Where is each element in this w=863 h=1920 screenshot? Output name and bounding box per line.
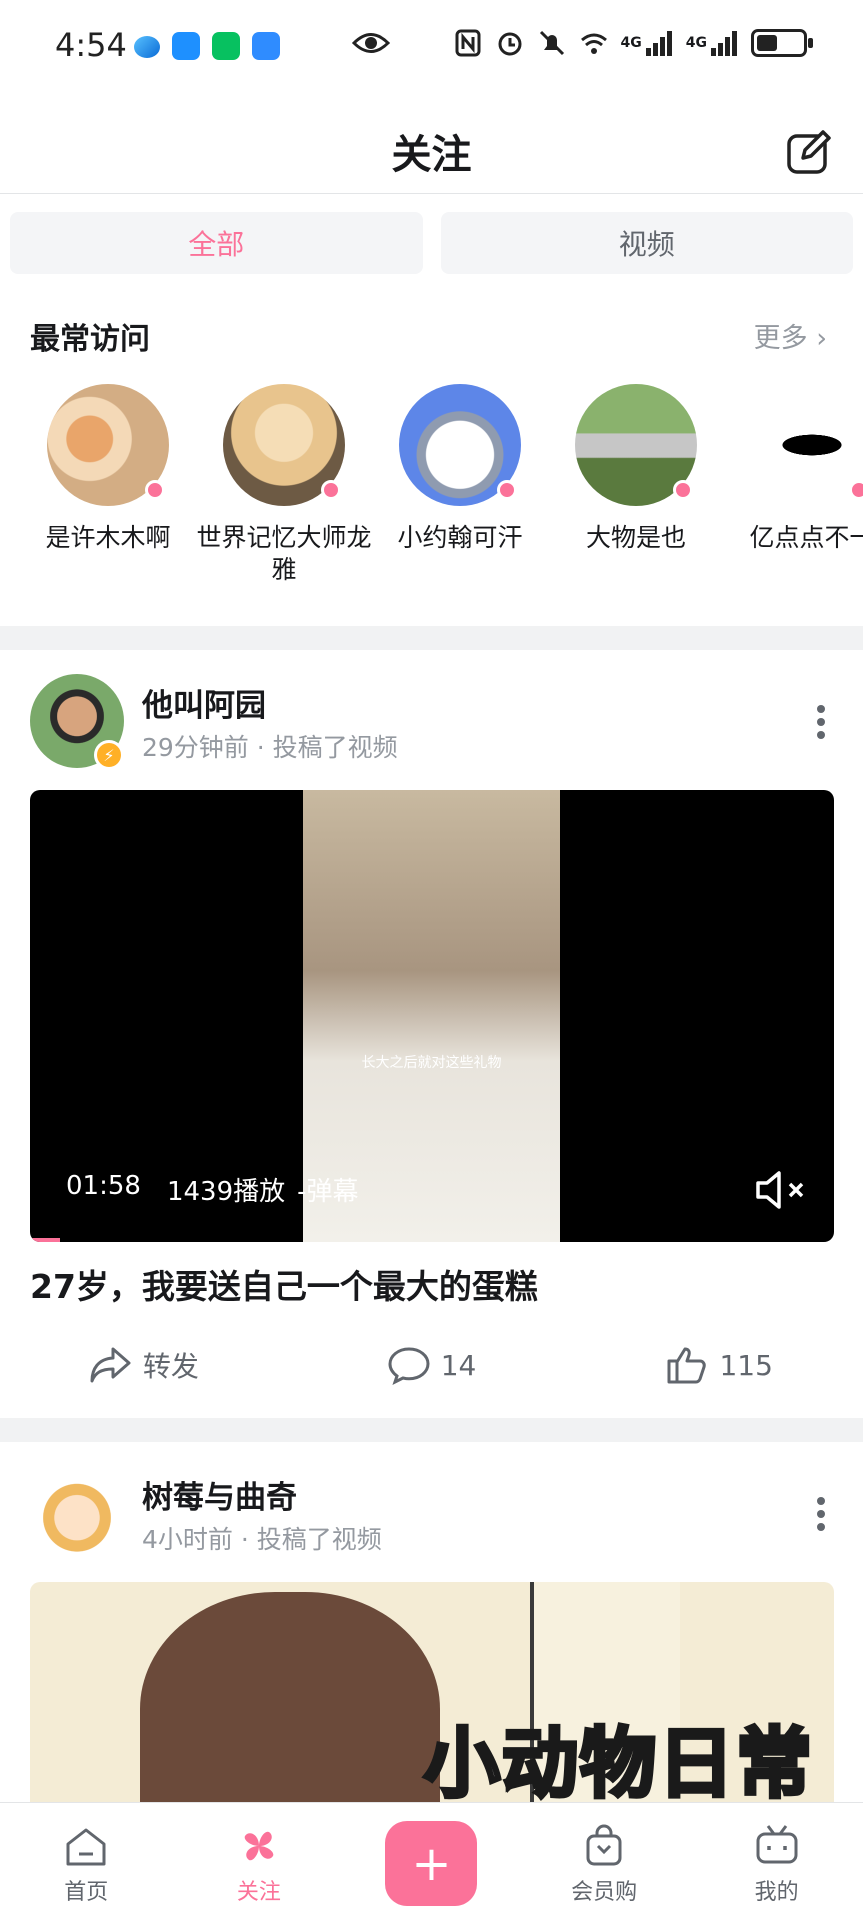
post-meta: 29分钟前 · 投稿了视频: [142, 733, 398, 762]
update-dot: [849, 480, 863, 500]
eye-icon: [352, 33, 390, 53]
update-dot: [673, 480, 693, 500]
share-button[interactable]: 转发: [0, 1340, 288, 1390]
frequent-user[interactable]: 小约翰可汗: [372, 384, 548, 586]
more-options-icon[interactable]: [815, 704, 827, 740]
page-header: 关注: [0, 92, 863, 194]
update-dot: [321, 480, 341, 500]
like-button[interactable]: 115: [575, 1340, 863, 1390]
bottom-nav: 首页 关注 + 会员购 我的: [0, 1802, 863, 1920]
frequent-visits-section: 最常访问 更多 › 是许木木啊 世界记忆大师龙雅 小约翰可汗 大物是也 亿点点不…: [0, 294, 863, 626]
alarm-icon: [498, 32, 522, 56]
status-time: 4:54: [55, 26, 127, 64]
plus-icon[interactable]: +: [385, 1821, 478, 1906]
nav-following[interactable]: 关注: [173, 1803, 346, 1920]
author-avatar[interactable]: [30, 1466, 124, 1560]
avatar[interactable]: [575, 384, 697, 506]
wifi-icon: [580, 33, 607, 54]
user-name: 是许木木啊: [45, 523, 171, 552]
video-progress: [30, 1238, 60, 1242]
avatar[interactable]: [223, 384, 345, 506]
status-right: 4G 4G: [453, 28, 813, 58]
video-stats: 01:58 1439播放 -弹幕: [66, 1171, 359, 1208]
network-label: 4G: [620, 35, 642, 51]
more-link[interactable]: 更多 ›: [754, 316, 827, 355]
feed-post[interactable]: ⚡ 他叫阿园 29分钟前 · 投稿了视频 长大之后就对这些礼物 01:58 14…: [0, 650, 863, 1418]
pinwheel-icon: [244, 1831, 274, 1861]
nfc-icon: [455, 29, 481, 57]
shopping-bag-icon: [586, 1824, 622, 1866]
danmaku-count: -弹幕: [297, 1177, 359, 1207]
signal-icon-2: [711, 31, 737, 56]
user-name: 亿点点不一: [749, 523, 863, 552]
comment-count: 14: [440, 1348, 477, 1382]
page-title: 关注: [391, 132, 472, 178]
signal-icon: [645, 31, 672, 56]
frequent-user[interactable]: 世界记忆大师龙雅: [196, 384, 372, 586]
nav-label: 会员购: [571, 1880, 638, 1905]
frequent-avatar-list: 是许木木啊 世界记忆大师龙雅 小约翰可汗 大物是也 亿点点不一: [20, 384, 863, 586]
avatar[interactable]: [751, 384, 863, 506]
bird-app-icon: [134, 36, 160, 58]
video-player[interactable]: 长大之后就对这些礼物 01:58 1439播放 -弹幕: [30, 790, 834, 1242]
notification-icons: [134, 32, 280, 60]
mute-icon[interactable]: [754, 1168, 808, 1212]
share-icon: [90, 1347, 131, 1383]
home-icon: [66, 1828, 106, 1866]
mute-bell-icon: [539, 30, 564, 56]
filter-tabs: 全部 视频: [0, 194, 863, 294]
frequent-user[interactable]: 亿点点不一: [724, 384, 863, 586]
tab-all[interactable]: 全部: [10, 212, 423, 274]
message-app-icon: [172, 32, 200, 60]
feed-post[interactable]: 树莓与曲奇 4小时前 · 投稿了视频 小动物日常: [0, 1442, 863, 1802]
nav-label: 我的: [754, 1880, 799, 1905]
comment-button[interactable]: 14: [288, 1340, 576, 1390]
author-name[interactable]: 树莓与曲奇: [142, 1472, 297, 1517]
post-meta: 4小时前 · 投稿了视频: [142, 1525, 382, 1554]
cloud-app-icon: [252, 32, 280, 60]
battery-icon: [751, 29, 813, 57]
user-name: 世界记忆大师龙雅: [196, 523, 372, 584]
post-title[interactable]: 27岁，我要送自己一个最大的蛋糕: [30, 1260, 538, 1308]
user-name: 小约翰可汗: [397, 523, 523, 552]
nav-label: 首页: [64, 1880, 109, 1905]
video-thumbnail[interactable]: 小动物日常: [30, 1582, 834, 1802]
user-name: 大物是也: [585, 523, 686, 552]
avatar[interactable]: [399, 384, 521, 506]
post-actions: 转发 14 115: [0, 1340, 863, 1390]
author-name[interactable]: 他叫阿园: [142, 680, 266, 725]
network-label-2: 4G: [685, 35, 707, 51]
update-dot: [145, 480, 165, 500]
nav-home[interactable]: 首页: [0, 1803, 173, 1920]
edit-icon[interactable]: [785, 128, 833, 176]
animal-illustration: [140, 1592, 440, 1802]
tv-icon: [756, 1825, 798, 1864]
like-count: 115: [719, 1348, 773, 1382]
thumbnail-title: 小动物日常: [422, 1717, 814, 1802]
avatar[interactable]: [47, 384, 169, 506]
video-caption: 长大之后就对这些礼物: [361, 1055, 502, 1071]
nav-mall[interactable]: 会员购: [518, 1803, 691, 1920]
thumbs-up-icon: [667, 1347, 707, 1384]
frequent-user[interactable]: 大物是也: [548, 384, 724, 586]
section-title: 最常访问: [30, 322, 150, 357]
lightning-badge-icon: ⚡: [94, 740, 124, 770]
play-count: 1439播放: [166, 1177, 286, 1207]
tab-video[interactable]: 视频: [440, 212, 853, 274]
nav-label: 关注: [236, 1880, 281, 1905]
frequent-user[interactable]: 是许木木啊: [20, 384, 196, 586]
video-duration: 01:58: [66, 1171, 141, 1201]
wechat-icon: [212, 32, 240, 60]
share-label: 转发: [142, 1350, 199, 1383]
update-dot: [497, 480, 517, 500]
status-bar: 4:54 4G 4G: [0, 0, 863, 92]
comment-icon: [388, 1347, 430, 1385]
more-options-icon[interactable]: [815, 1496, 827, 1532]
nav-publish[interactable]: +: [345, 1803, 518, 1920]
nav-mine[interactable]: 我的: [690, 1803, 863, 1920]
